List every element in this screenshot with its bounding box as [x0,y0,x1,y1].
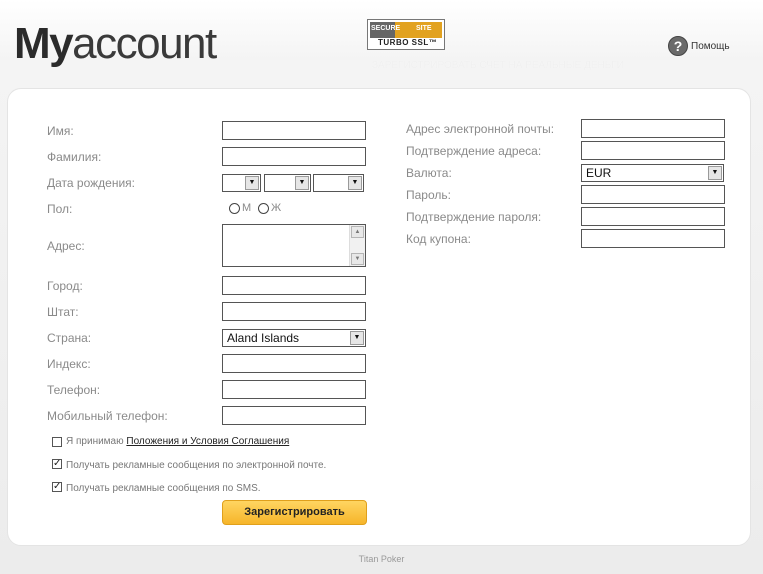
help-link[interactable]: ? Помощь [668,35,730,57]
phone-input[interactable] [222,380,366,399]
first-name-input[interactable] [222,121,366,140]
password-input[interactable] [581,185,725,204]
dob-label: Дата рождения: [47,176,135,190]
chevron-down-icon[interactable]: ▼ [295,176,309,190]
state-label: Штат: [47,305,79,319]
gender-male-label: М [242,202,252,214]
ssl-secure-text: SECURE [371,25,401,32]
gender-male-radio[interactable] [229,203,240,214]
country-value: Aland Islands [227,331,300,345]
currency-value: EUR [586,166,612,180]
coupon-input[interactable] [581,229,725,248]
password-label: Пароль: [406,188,451,202]
help-label[interactable]: Помощь [691,41,730,52]
password-confirm-input[interactable] [581,207,725,226]
terms-checkbox[interactable] [52,437,62,447]
gender-female-radio[interactable] [258,203,269,214]
register-button[interactable]: Зарегистрировать [222,500,367,525]
phone-label: Телефон: [47,383,101,397]
header: Myaccount SECURE SITE TURBO SSL™ ЗАРЕГИС… [0,0,763,88]
chevron-down-icon[interactable]: ▼ [348,176,362,190]
currency-select[interactable]: EUR ▼ [581,164,724,182]
sms-promo-checkbox[interactable]: ✓ [52,482,62,492]
ssl-site-text: SITE [416,25,432,32]
currency-label: Валюта: [406,166,452,180]
scroll-up-icon[interactable]: ▲ [351,226,364,238]
page-tagline: ЗАРЕГИСТРИРОВАТЬ СЧЕТ НА РЕАЛЬНЫЕ ДЕНЬГИ [372,60,624,71]
ssl-turbo-text: TURBO SSL™ [378,38,438,47]
gender-female-label: Ж [271,202,282,214]
sms-promo-label: Получать рекламные сообщения по SMS. [66,483,261,494]
country-label: Страна: [47,331,92,345]
chevron-down-icon[interactable]: ▼ [245,176,259,190]
terms-prefix: Я принимаю [66,436,124,447]
dob-year-select[interactable]: ▼ [313,174,364,192]
mobile-label: Мобильный телефон: [47,409,168,423]
zip-label: Индекс: [47,357,91,371]
email-promo-checkbox[interactable]: ✓ [52,459,62,469]
myaccount-logo: Myaccount [14,16,217,72]
help-circle-icon[interactable]: ? [668,36,688,56]
city-label: Город: [47,279,83,293]
email-confirm-label: Подтверждение адреса: [406,144,542,158]
address-textarea[interactable]: ▲ ▼ [222,224,366,267]
footer-brand: Titan Poker [358,554,405,564]
chevron-down-icon[interactable]: ▼ [350,331,364,345]
mobile-input[interactable] [222,406,366,425]
terms-link[interactable]: Положения и Условия Соглашения [126,436,289,447]
last-name-input[interactable] [222,147,366,166]
logo-account: account [72,19,217,68]
scroll-down-icon[interactable]: ▼ [351,253,364,265]
email-promo-label: Получать рекламные сообщения по электрон… [66,460,327,471]
coupon-label: Код купона: [406,232,471,246]
city-input[interactable] [222,276,366,295]
logo-my: My [14,19,74,68]
first-name-label: Имя: [47,124,74,138]
last-name-label: Фамилия: [47,150,102,164]
terms-text: Я принимаю Положения и Условия Соглашени… [66,436,289,447]
email-input[interactable] [581,119,725,138]
email-label: Адрес электронной почты: [406,122,555,136]
country-select[interactable]: Aland Islands ▼ [222,329,366,347]
dob-day-select[interactable]: ▼ [222,174,261,192]
address-label: Адрес: [47,239,85,253]
email-confirm-input[interactable] [581,141,725,160]
password-confirm-label: Подтверждение пароля: [406,210,542,224]
turbo-ssl-badge: SECURE SITE TURBO SSL™ [367,19,445,50]
dob-month-select[interactable]: ▼ [264,174,311,192]
gender-label: Пол: [47,202,73,216]
zip-input[interactable] [222,354,366,373]
state-input[interactable] [222,302,366,321]
chevron-down-icon[interactable]: ▼ [708,166,722,180]
